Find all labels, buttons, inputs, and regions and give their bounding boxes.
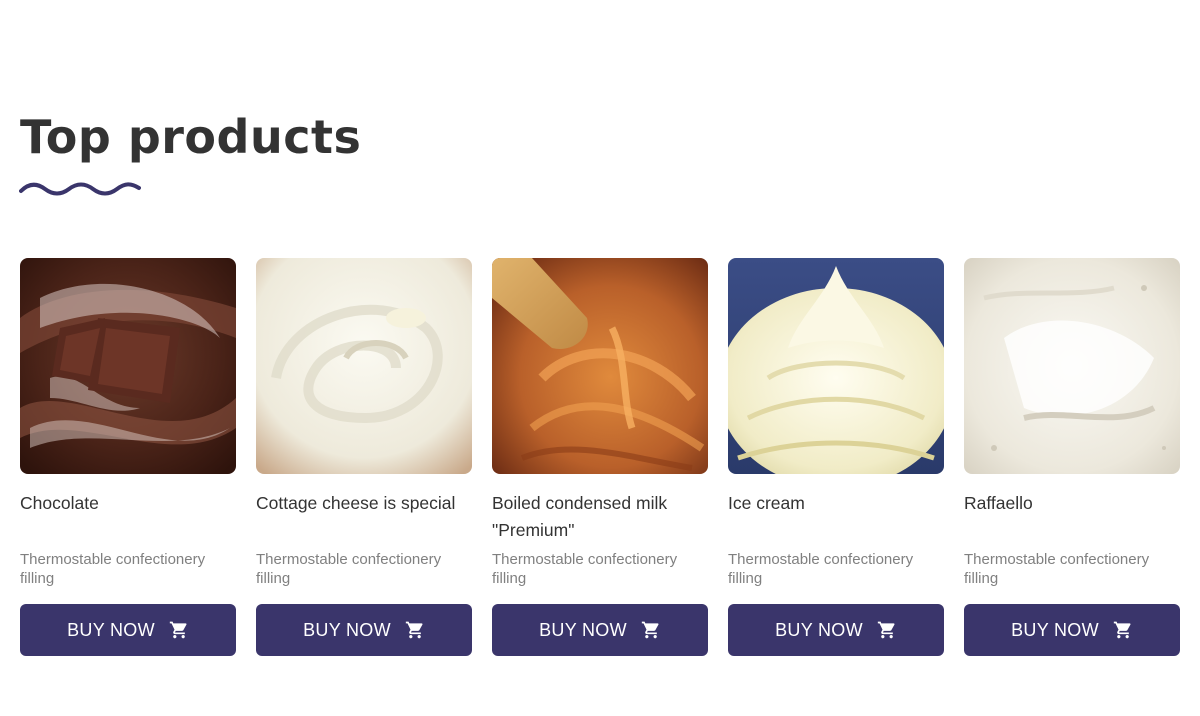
product-name[interactable]: Ice cream	[728, 490, 944, 544]
buy-now-button[interactable]: BUY NOW	[492, 604, 708, 656]
product-description: Thermostable confectionery filling	[728, 551, 914, 587]
product-name[interactable]: Chocolate	[20, 490, 236, 544]
product-card: Boiled condensed milk "Premium" Thermost…	[492, 258, 708, 656]
product-card: Ice cream Thermostable confectionery fil…	[728, 258, 944, 656]
product-card: Chocolate Thermostable confectionery fil…	[20, 258, 236, 656]
buy-now-button[interactable]: BUY NOW	[256, 604, 472, 656]
product-description: Thermostable confectionery filling	[964, 551, 1150, 587]
section-title: Top products	[20, 110, 362, 164]
top-products-section: Top products Chocolate Thermostable conf…	[0, 0, 1200, 716]
buy-now-label: BUY NOW	[303, 619, 391, 640]
cottage-cheese-photo[interactable]	[256, 258, 472, 474]
buy-now-label: BUY NOW	[775, 619, 863, 640]
product-card: Cottage cheese is special Thermostable c…	[256, 258, 472, 656]
product-card: Raffaello Thermostable confectionery fil…	[964, 258, 1180, 656]
product-grid: Chocolate Thermostable confectionery fil…	[20, 258, 1180, 656]
cart-icon	[877, 621, 895, 639]
condensed-milk-photo[interactable]	[492, 258, 708, 474]
product-name[interactable]: Cottage cheese is special	[256, 490, 472, 544]
chocolate-photo[interactable]	[20, 258, 236, 474]
cart-icon	[405, 621, 423, 639]
raffaello-photo[interactable]	[964, 258, 1180, 474]
product-name[interactable]: Raffaello	[964, 490, 1180, 544]
product-name[interactable]: Boiled condensed milk "Premium"	[492, 490, 708, 544]
ice-cream-photo[interactable]	[728, 258, 944, 474]
product-description: Thermostable confectionery filling	[20, 551, 206, 587]
buy-now-label: BUY NOW	[539, 619, 627, 640]
buy-now-button[interactable]: BUY NOW	[964, 604, 1180, 656]
buy-now-button[interactable]: BUY NOW	[20, 604, 236, 656]
cart-icon	[1113, 621, 1131, 639]
wavy-underline-decoration	[19, 182, 141, 196]
product-description: Thermostable confectionery filling	[256, 551, 442, 587]
cart-icon	[169, 621, 187, 639]
buy-now-button[interactable]: BUY NOW	[728, 604, 944, 656]
buy-now-label: BUY NOW	[67, 619, 155, 640]
buy-now-label: BUY NOW	[1011, 619, 1099, 640]
cart-icon	[641, 621, 659, 639]
product-description: Thermostable confectionery filling	[492, 551, 678, 587]
